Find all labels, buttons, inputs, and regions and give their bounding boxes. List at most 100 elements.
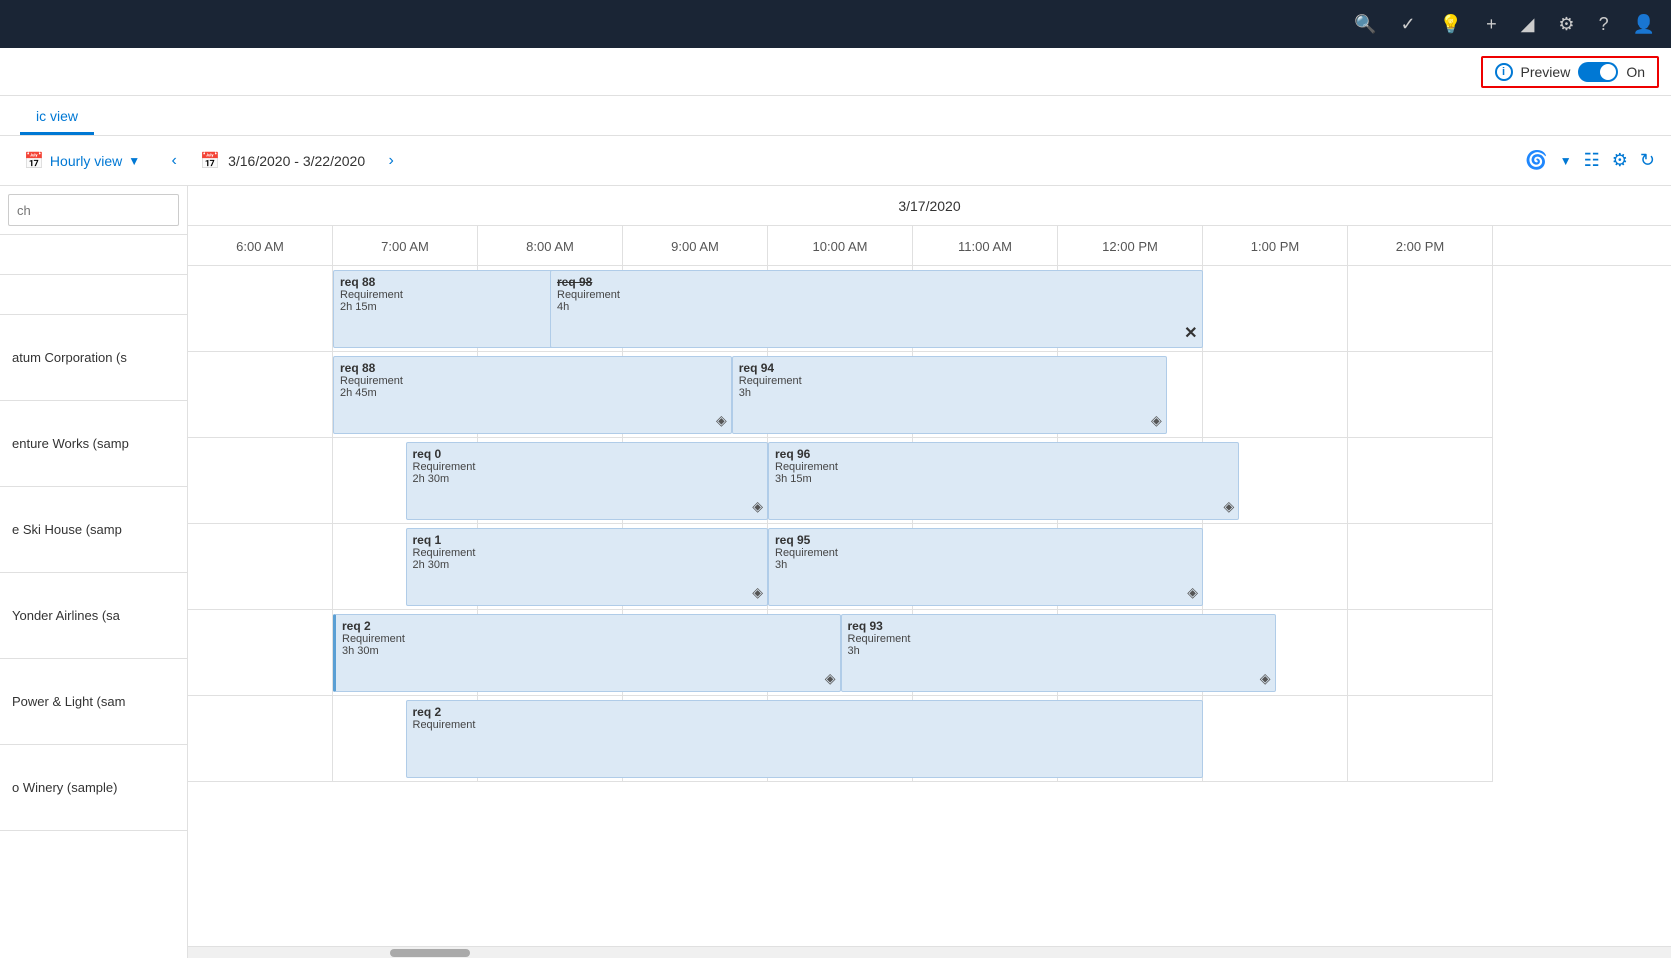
- diamond-icon: ◈: [1187, 584, 1198, 601]
- time-1pm: 1:00 PM: [1203, 226, 1348, 266]
- cell-5-0: [188, 696, 333, 782]
- cell-1-0: [188, 352, 333, 438]
- cell-0-7: [1203, 266, 1348, 352]
- grid-row-0: req 88 Requirement 2h 15m ◈ req 98 Requi…: [188, 266, 1493, 352]
- view-columns-icon[interactable]: ☷: [1584, 150, 1600, 171]
- event-req95-row3[interactable]: req 95 Requirement 3h ◈: [768, 528, 1203, 606]
- main-content: atum Corporation (s enture Works (samp e…: [0, 186, 1671, 958]
- preview-bar: i Preview On: [0, 48, 1671, 96]
- time-header: 6:00 AM 7:00 AM 8:00 AM 9:00 AM 10:00 AM…: [188, 226, 1671, 266]
- horizontal-scrollbar[interactable]: [188, 946, 1671, 958]
- diamond-icon: ◈: [1151, 412, 1162, 429]
- hourly-view-button[interactable]: 📅 Hourly view ▼: [16, 147, 148, 175]
- cell-5-7: [1203, 696, 1348, 782]
- resource-row-2: e Ski House (samp: [0, 487, 187, 573]
- diamond-icon: ◈: [752, 584, 763, 601]
- diamond-icon: ◈: [752, 498, 763, 515]
- next-week-button[interactable]: ›: [377, 147, 405, 175]
- time-12pm: 12:00 PM: [1058, 226, 1203, 266]
- grid-row-2: req 0 Requirement 2h 30m ◈ req 96 Requir…: [188, 438, 1493, 524]
- cell-2-8: [1348, 438, 1493, 524]
- event-req2-row4[interactable]: req 2 Requirement 3h 30m ◈: [333, 614, 841, 692]
- settings2-icon[interactable]: ⚙: [1612, 150, 1628, 171]
- date-header-text: 3/17/2020: [898, 198, 960, 214]
- toolbar: 📅 Hourly view ▼ ‹ 📅 3/16/2020 - 3/22/202…: [0, 136, 1671, 186]
- cell-0-0: [188, 266, 333, 352]
- time-10am: 10:00 AM: [768, 226, 913, 266]
- preview-toggle[interactable]: [1578, 62, 1618, 82]
- diamond-icon: ◈: [1260, 670, 1271, 687]
- resource-row-3: Yonder Airlines (sa: [0, 573, 187, 659]
- refresh-icon[interactable]: ↻: [1640, 150, 1655, 171]
- lightbulb-icon[interactable]: 💡: [1440, 14, 1462, 35]
- time-8am: 8:00 AM: [478, 226, 623, 266]
- resource-row-5: o Winery (sample): [0, 745, 187, 831]
- check-circle-icon[interactable]: ✓: [1401, 14, 1416, 35]
- time-2pm: 2:00 PM: [1348, 226, 1493, 266]
- grid-row-4: req 2 Requirement 3h 30m ◈ req 93 Requir…: [188, 610, 1493, 696]
- cell-3-8: [1348, 524, 1493, 610]
- help-icon[interactable]: ?: [1599, 14, 1609, 35]
- toolbar-right: 🌀 ▼ ☷ ⚙ ↻: [1525, 150, 1655, 171]
- event-req96-row2[interactable]: req 96 Requirement 3h 15m ◈: [768, 442, 1239, 520]
- grid-row-5: req 2 Requirement: [188, 696, 1493, 782]
- settings-icon[interactable]: ⚙: [1558, 14, 1574, 35]
- time-7am: 7:00 AM: [333, 226, 478, 266]
- search-input[interactable]: [8, 194, 179, 226]
- time-9am: 9:00 AM: [623, 226, 768, 266]
- resource-row-0: atum Corporation (s: [0, 315, 187, 401]
- diamond-icon: ◈: [825, 670, 836, 687]
- time-11am: 11:00 AM: [913, 226, 1058, 266]
- grid-row-3: req 1 Requirement 2h 30m ◈ req 95 Requir…: [188, 524, 1493, 610]
- event-req2-row5[interactable]: req 2 Requirement: [406, 700, 1204, 778]
- date-header: 3/17/2020: [188, 186, 1671, 226]
- cell-4-0: [188, 610, 333, 696]
- calendar-grid-icon: 📅: [24, 151, 44, 171]
- cell-1-7: [1203, 352, 1348, 438]
- event-req93-row4[interactable]: req 93 Requirement 3h ◈: [841, 614, 1276, 692]
- resource-row-1: enture Works (samp: [0, 401, 187, 487]
- cell-2-0: [188, 438, 333, 524]
- cell-5-8: [1348, 696, 1493, 782]
- resource-icon[interactable]: 🌀: [1525, 150, 1547, 171]
- cell-3-7: [1203, 524, 1348, 610]
- user-icon[interactable]: 👤: [1633, 14, 1655, 35]
- event-duration: 4h: [557, 301, 1196, 313]
- grid-row-1: req 88 Requirement 2h 45m ◈ req 94 Requi…: [188, 352, 1493, 438]
- close-icon[interactable]: ✕: [1184, 323, 1197, 343]
- filter-icon[interactable]: ◢: [1521, 14, 1535, 35]
- date-range-text: 3/16/2020 - 3/22/2020: [228, 153, 365, 169]
- event-title: req 98: [557, 275, 1196, 289]
- cell-0-8: [1348, 266, 1493, 352]
- event-req1-row3[interactable]: req 1 Requirement 2h 30m ◈: [406, 528, 769, 606]
- event-req0-row2[interactable]: req 0 Requirement 2h 30m ◈: [406, 442, 769, 520]
- plus-icon[interactable]: +: [1486, 14, 1497, 35]
- time-grid: req 88 Requirement 2h 15m ◈ req 98 Requi…: [188, 266, 1493, 782]
- cell-1-8: [1348, 352, 1493, 438]
- hourly-view-label: Hourly view: [50, 153, 122, 169]
- tab-bar: ic view: [0, 96, 1671, 136]
- preview-label: Preview: [1521, 64, 1571, 80]
- dropdown-chevron-icon: ▼: [128, 154, 140, 168]
- calendar-icon: 📅: [200, 151, 220, 171]
- event-req94-row1[interactable]: req 94 Requirement 3h ◈: [732, 356, 1167, 434]
- event-req98-row0[interactable]: req 98 Requirement 4h ✕: [550, 270, 1203, 348]
- dropdown-icon[interactable]: ▼: [1560, 154, 1572, 168]
- preview-on-label: On: [1626, 64, 1645, 80]
- time-6am: 6:00 AM: [188, 226, 333, 266]
- grid-scroll-area[interactable]: req 88 Requirement 2h 15m ◈ req 98 Requi…: [188, 266, 1671, 946]
- scroll-thumb[interactable]: [390, 949, 470, 957]
- tab-ic-view[interactable]: ic view: [20, 100, 94, 135]
- diamond-icon: ◈: [1223, 498, 1234, 515]
- cell-4-8: [1348, 610, 1493, 696]
- event-type: Requirement: [557, 289, 1196, 301]
- event-req88-row1[interactable]: req 88 Requirement 2h 45m ◈: [333, 356, 732, 434]
- info-icon: i: [1495, 63, 1513, 81]
- top-navigation: 🔍 ✓ 💡 + ◢ ⚙ ? 👤: [0, 0, 1671, 48]
- date-range: 📅 3/16/2020 - 3/22/2020: [200, 151, 365, 171]
- search-icon[interactable]: 🔍: [1354, 14, 1376, 35]
- cell-3-0: [188, 524, 333, 610]
- preview-container: i Preview On: [1481, 56, 1659, 88]
- resource-sidebar: atum Corporation (s enture Works (samp e…: [0, 315, 188, 831]
- prev-week-button[interactable]: ‹: [160, 147, 188, 175]
